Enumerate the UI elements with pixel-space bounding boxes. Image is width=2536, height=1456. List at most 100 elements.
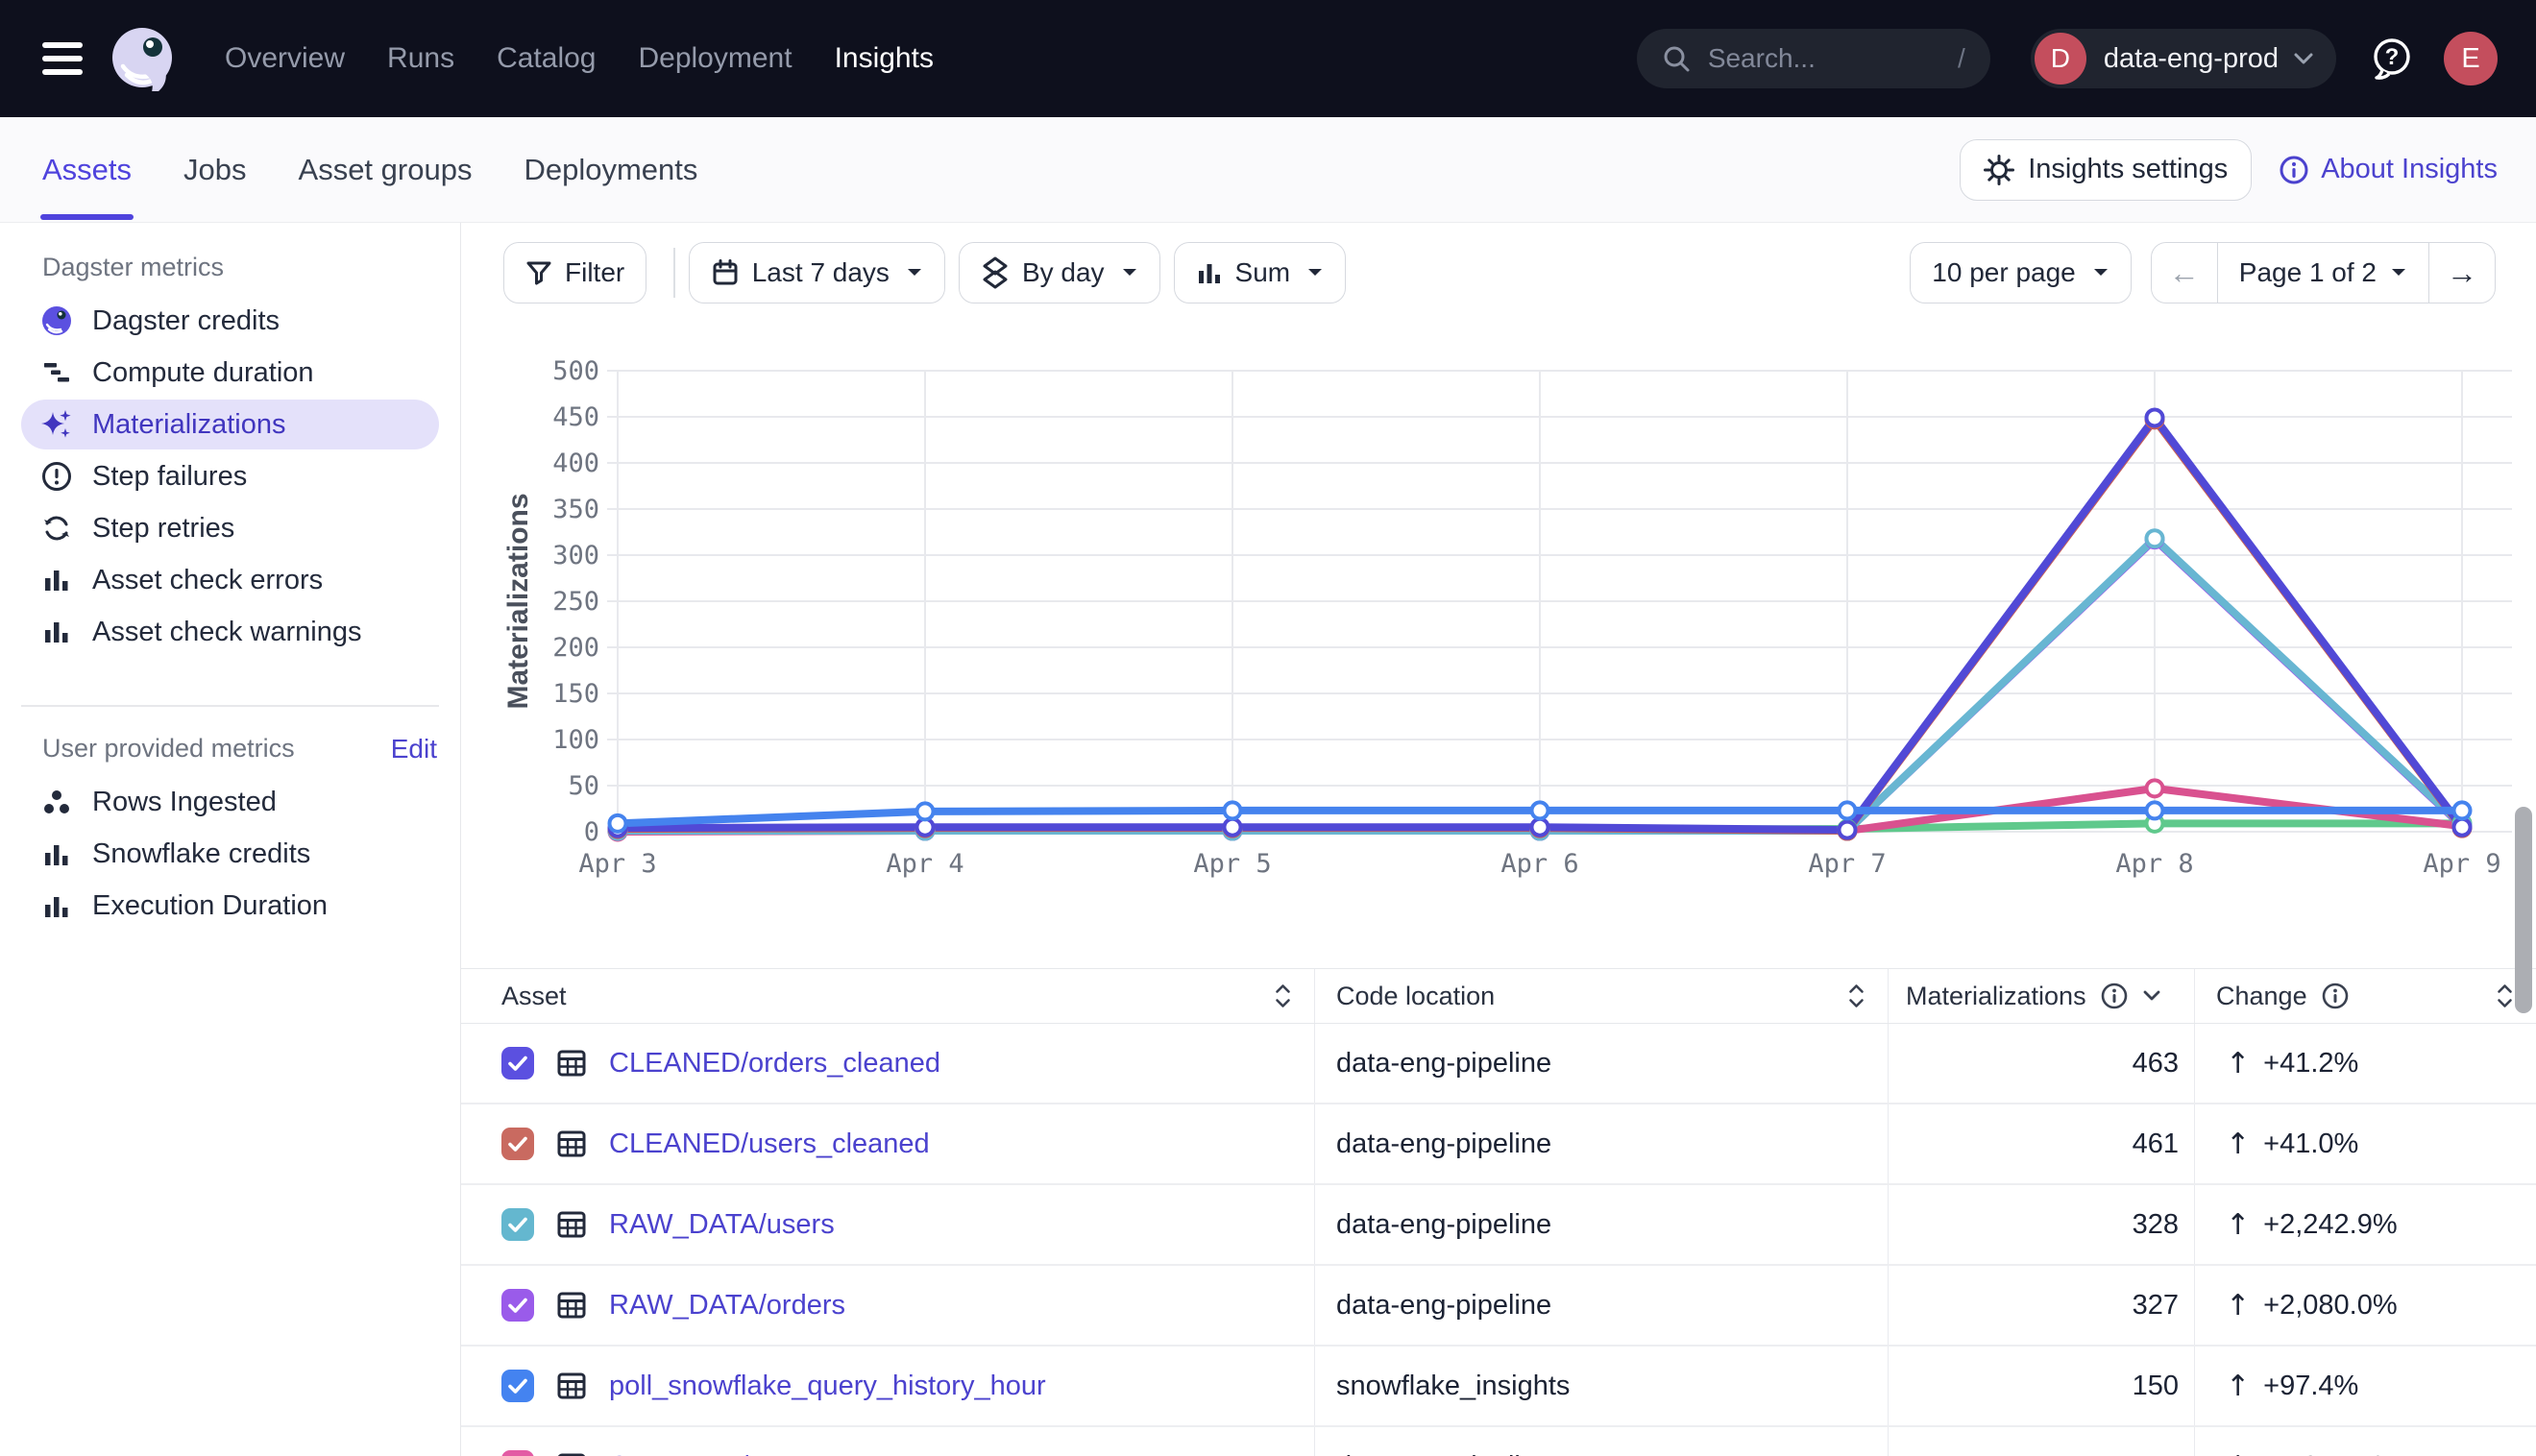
asset-cell: CLEANED/orders_cleaned <box>461 1024 1315 1103</box>
sidebar-item-compute-duration[interactable]: Compute duration <box>21 348 439 398</box>
table-row: RAW_DATA/usersdata-eng-pipeline328↑+2,24… <box>461 1185 2536 1266</box>
duration-icon <box>40 356 73 389</box>
user-avatar[interactable]: E <box>2444 32 2498 85</box>
search-input[interactable]: Search... / <box>1637 29 1990 88</box>
sort-icon[interactable] <box>2497 983 2513 1008</box>
info-icon[interactable] <box>2100 982 2129 1010</box>
svg-text:400: 400 <box>552 449 599 478</box>
chevron-down-icon[interactable] <box>2142 989 2161 1003</box>
workspace-avatar: D <box>2035 33 2086 85</box>
dagster-logo-icon[interactable] <box>110 26 175 91</box>
asset-link[interactable]: CLEANED/users_cleaned <box>609 1128 930 1160</box>
nav-item-overview[interactable]: Overview <box>225 42 345 75</box>
asset-link[interactable]: RAW_DATA/users <box>609 1209 835 1241</box>
nav-item-deployment[interactable]: Deployment <box>638 42 792 75</box>
change-value: +41.2% <box>2263 1048 2358 1080</box>
about-insights-link[interactable]: About Insights <box>2279 154 2498 185</box>
sidebar-item-execution-duration[interactable]: Execution Duration <box>21 882 439 932</box>
materializations-cell: 327 <box>1889 1266 2195 1345</box>
asset-cell: RAW_DATA/orders <box>461 1266 1315 1345</box>
nav-item-runs[interactable]: Runs <box>387 42 454 75</box>
series-checkbox[interactable] <box>501 1208 534 1241</box>
edit-metrics-link[interactable]: Edit <box>391 734 437 764</box>
next-page-button[interactable]: → <box>2429 243 2495 303</box>
alert-circle-icon <box>40 460 73 493</box>
column-header-change[interactable]: Change <box>2195 969 2536 1023</box>
menu-icon[interactable] <box>42 42 83 75</box>
code-location-cell: data-eng-pipeline <box>1315 1185 1889 1264</box>
page-selector[interactable]: Page 1 of 2 <box>2217 243 2429 303</box>
code-location-cell: data-eng-pipeline <box>1315 1024 1889 1103</box>
sort-icon[interactable] <box>1848 983 1865 1008</box>
column-header-code-location[interactable]: Code location <box>1315 969 1889 1023</box>
column-header-materializations[interactable]: Materializations <box>1889 969 2195 1023</box>
previous-page-button[interactable]: ← <box>2152 243 2217 303</box>
asset-link[interactable]: poll_snowflake_query_history_hour <box>609 1371 1046 1402</box>
tab-jobs[interactable]: Jobs <box>183 117 246 222</box>
search-shortcut-hint: / <box>1958 43 1965 74</box>
sidebar-item-label: Snowflake credits <box>92 838 310 870</box>
tab-asset-groups[interactable]: Asset groups <box>299 117 473 222</box>
insights-settings-button[interactable]: Insights settings <box>1960 139 2252 201</box>
help-icon[interactable]: ? <box>2367 34 2417 84</box>
nav-item-catalog[interactable]: Catalog <box>497 42 596 75</box>
bar-chart-icon <box>40 616 73 648</box>
sidebar-item-snowflake-credits[interactable]: Snowflake credits <box>21 830 439 880</box>
sidebar-item-step-retries[interactable]: Step retries <box>21 503 439 553</box>
chart-toolbar: Filter Last 7 days By day <box>503 242 1359 303</box>
arrow-up-icon: ↑ <box>2226 1128 2250 1161</box>
sparkle-icon <box>40 408 73 441</box>
tab-deployments[interactable]: Deployments <box>524 117 697 222</box>
tabbar-actions: Insights settings About Insights <box>1960 139 2498 201</box>
filter-button[interactable]: Filter <box>503 242 646 303</box>
series-checkbox[interactable] <box>501 1289 534 1322</box>
calendar-icon <box>711 258 740 287</box>
date-range-button[interactable]: Last 7 days <box>689 242 945 303</box>
series-checkbox[interactable] <box>501 1450 534 1456</box>
svg-text:500: 500 <box>552 356 599 386</box>
svg-text:250: 250 <box>552 587 599 617</box>
sidebar-item-label: Step retries <box>92 513 234 545</box>
table-row: RAW_DATA/ordersdata-eng-pipeline327↑+2,0… <box>461 1266 2536 1347</box>
sidebar-item-dagster-credits[interactable]: Dagster credits <box>21 296 439 346</box>
sidebar-item-materializations[interactable]: Materializations <box>21 400 439 449</box>
per-page-dropdown[interactable]: 10 per page <box>1910 242 2131 303</box>
svg-text:150: 150 <box>552 679 599 709</box>
workspace-switcher[interactable]: D data-eng-prod <box>2031 29 2336 88</box>
sidebar-item-asset-check-errors[interactable]: Asset check errors <box>21 555 439 605</box>
nav-item-insights[interactable]: Insights <box>835 42 934 75</box>
series-checkbox[interactable] <box>501 1370 534 1402</box>
info-icon[interactable] <box>2321 982 2350 1010</box>
change-cell: ↑ +41.0% <box>2195 1104 2536 1183</box>
aggregation-label: Sum <box>1235 257 1291 288</box>
table-icon <box>555 1289 588 1322</box>
change-value: +41.0% <box>2263 1128 2358 1160</box>
column-header-asset[interactable]: Asset <box>461 969 1315 1023</box>
asset-link[interactable]: CLEANED/orders_cleaned <box>609 1048 940 1080</box>
sidebar-item-step-failures[interactable]: Step failures <box>21 451 439 501</box>
aggregation-button[interactable]: Sum <box>1174 242 1347 303</box>
search-icon <box>1662 44 1691 73</box>
svg-text:0: 0 <box>584 817 599 847</box>
topbar-right: Search... / D data-eng-prod ? E <box>1637 29 2498 88</box>
group-by-button[interactable]: By day <box>959 242 1160 303</box>
materializations-cell: 150 <box>1889 1347 2195 1425</box>
sidebar-item-rows-ingested[interactable]: Rows Ingested <box>21 778 439 828</box>
bar-chart-icon <box>40 890 73 923</box>
series-checkbox[interactable] <box>501 1047 534 1080</box>
table-row: CLEANED/orders_cleaneddata-eng-pipeline4… <box>461 1024 2536 1104</box>
scrollbar-thumb[interactable] <box>2515 807 2532 1013</box>
top-navigation-bar: Overview Runs Catalog Deployment Insights Se… <box>0 0 2536 117</box>
materializations-cell: 328 <box>1889 1185 2195 1264</box>
sidebar-item-asset-check-warnings[interactable]: Asset check warnings <box>21 607 439 657</box>
asset-link[interactable]: RAW_DATA/orders <box>609 1290 845 1322</box>
series-checkbox[interactable] <box>501 1128 534 1160</box>
table-scrollbar[interactable] <box>2515 800 2534 1233</box>
sidebar-item-label: Rows Ingested <box>92 787 277 818</box>
asset-link[interactable]: CLEANED/… <box>609 1451 776 1456</box>
table-icon <box>555 1208 588 1241</box>
pager: ← Page 1 of 2 → <box>2151 242 2496 303</box>
table-row: CLEANED/…data-eng-pipeline47↑+1,344.4% <box>461 1427 2536 1456</box>
tab-assets[interactable]: Assets <box>42 117 132 222</box>
sort-icon[interactable] <box>1275 983 1291 1008</box>
